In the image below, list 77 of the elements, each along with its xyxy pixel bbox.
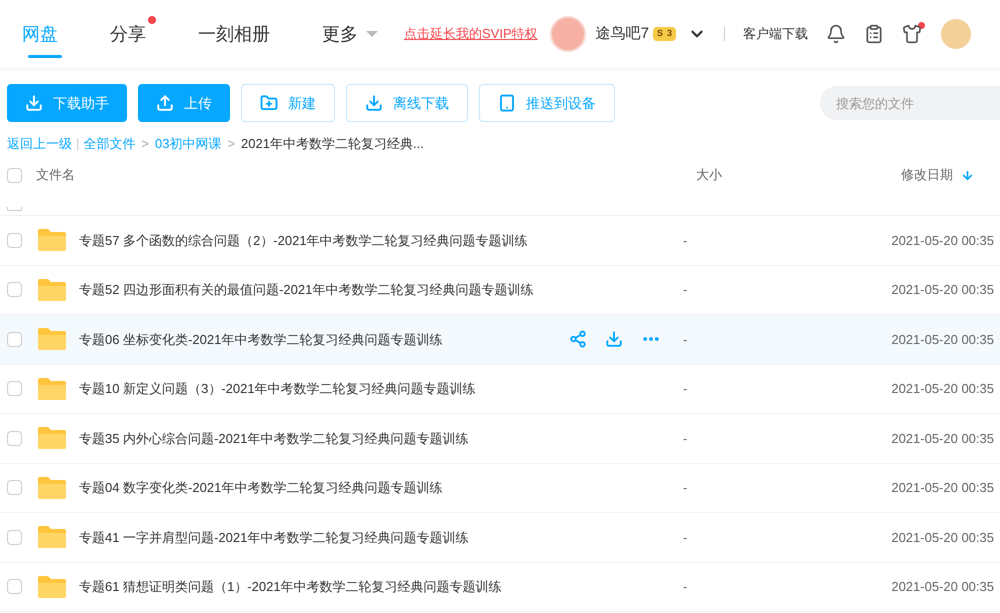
file-size: - bbox=[683, 430, 688, 448]
file-row[interactable]: 专题61 猜想证明类问题（1）-2021年中考数学二轮复习经典问题专题训练 - 2021-05-20 00:35 bbox=[0, 562, 1000, 612]
folder-icon bbox=[37, 327, 67, 352]
folder-icon bbox=[37, 426, 67, 450]
level-symbol: S bbox=[656, 27, 663, 40]
row-checkbox[interactable] bbox=[7, 332, 22, 347]
row-checkbox[interactable] bbox=[7, 530, 22, 545]
file-name[interactable]: 专题04 数字变化类-2021年中考数学二轮复习经典问题专题训练 bbox=[79, 478, 569, 498]
user-name[interactable]: 途鸟吧7 bbox=[596, 22, 649, 46]
download-icon[interactable] bbox=[605, 330, 623, 348]
folder-icon bbox=[37, 278, 67, 302]
active-tab-indicator bbox=[28, 55, 62, 58]
file-size: - bbox=[683, 578, 688, 596]
file-row[interactable]: 专题52 四边形面积有关的最值问题-2021年中考数学二轮复习经典问题专题训练 - 2021-05-20 00:35 bbox=[0, 266, 1000, 315]
sort-arrow-icon bbox=[961, 168, 974, 182]
nav-tab[interactable]: 一刻相册 bbox=[198, 0, 280, 68]
file-size: - bbox=[683, 479, 688, 497]
row-checkbox[interactable] bbox=[7, 480, 22, 496]
svip-promo-link[interactable]: 点击延长我的SVIP特权 bbox=[404, 24, 538, 44]
file-size: - bbox=[683, 380, 688, 398]
search-field[interactable]: 搜索您的文件 bbox=[820, 86, 1000, 120]
row-checkbox[interactable] bbox=[7, 232, 22, 248]
file-name[interactable]: 专题61 猜想证明类问题（1）-2021年中考数学二轮复习经典问题专题训练 bbox=[79, 577, 569, 596]
column-header[interactable]: 修改日期 bbox=[901, 165, 1000, 185]
file-name[interactable]: 专题35 内外心综合问题-2021年中考数学二轮复习经典问题专题训练 bbox=[79, 428, 569, 448]
file-size: - bbox=[683, 281, 688, 299]
row-checkbox[interactable] bbox=[7, 282, 22, 298]
shirt-icon[interactable] bbox=[902, 24, 922, 44]
folder-icon bbox=[37, 525, 67, 550]
level-number: 3 bbox=[666, 27, 672, 40]
tablet-icon bbox=[498, 94, 516, 112]
folder-icon bbox=[37, 574, 67, 599]
row-checkbox[interactable] bbox=[7, 579, 22, 594]
column-header[interactable]: 文件名 bbox=[36, 165, 696, 185]
file-row[interactable]: 专题10 新定义问题（3）-2021年中考数学二轮复习经典问题专题训练 - 2021-05-20 00:35 bbox=[0, 364, 1000, 414]
share-icon[interactable] bbox=[569, 330, 587, 348]
folder-icon bbox=[37, 476, 67, 500]
menu-avatar[interactable] bbox=[941, 19, 971, 49]
folder-plus-icon bbox=[260, 94, 278, 112]
breadcrumb-separator: > bbox=[141, 135, 149, 154]
folder-icon bbox=[37, 228, 67, 252]
nav-tab[interactable]: 更多 bbox=[322, 0, 388, 68]
modified-date: 2021-05-20 00:35 bbox=[891, 330, 995, 348]
file-size: - bbox=[683, 232, 688, 250]
download-icon bbox=[25, 94, 43, 112]
clipboard-icon[interactable] bbox=[864, 24, 884, 44]
breadcrumb-current[interactable]: 2021年中考数学二轮复习经典... bbox=[241, 134, 424, 154]
modified-date: 2021-05-20 00:35 bbox=[891, 578, 995, 596]
modified-date: 2021-05-20 00:35 bbox=[891, 281, 995, 299]
user-avatar[interactable] bbox=[550, 16, 586, 52]
file-name[interactable]: 专题57 多个函数的综合问题（2）-2021年中考数学二轮复习经典问题专题训练 bbox=[79, 230, 569, 250]
file-name[interactable]: 专题06 坐标变化类-2021年中考数学二轮复习经典问题专题训练 bbox=[79, 330, 569, 349]
folder-icon bbox=[37, 376, 67, 401]
column-header[interactable]: 大小 bbox=[696, 165, 876, 185]
file-row[interactable]: 专题06 坐标变化类-2021年中考数学二轮复习经典问题专题训练 - 2021-05-20 00:35 bbox=[0, 315, 1000, 364]
nav-tab[interactable]: 分享 bbox=[110, 0, 156, 68]
modified-date: 2021-05-20 00:35 bbox=[891, 528, 995, 546]
breadcrumb-divider: | bbox=[76, 135, 80, 154]
modified-date: 2021-05-20 00:35 bbox=[891, 430, 995, 448]
upload-icon bbox=[156, 94, 174, 112]
client-download-link[interactable]: 客户端下载 bbox=[743, 24, 808, 44]
file-name[interactable]: 专题41 一字并肩型问题-2021年中考数学二轮复习经典问题专题训练 bbox=[79, 528, 569, 547]
row-checkbox[interactable] bbox=[7, 381, 22, 396]
modified-date: 2021-05-20 00:35 bbox=[891, 479, 995, 497]
bell-icon[interactable] bbox=[826, 24, 846, 44]
select-all-checkbox[interactable] bbox=[7, 168, 22, 182]
file-name[interactable]: 专题52 四边形面积有关的最值问题-2021年中考数学二轮复习经典问题专题训练 bbox=[79, 280, 569, 300]
breadcrumb-separator: > bbox=[227, 135, 236, 154]
row-checkbox[interactable] bbox=[7, 430, 22, 446]
file-size: - bbox=[683, 528, 688, 546]
modified-date: 2021-05-20 00:35 bbox=[891, 380, 995, 398]
modified-date: 2021-05-20 00:35 bbox=[891, 232, 995, 250]
file-row[interactable]: 专题04 数字变化类-2021年中考数学二轮复习经典问题专题训练 - 2021-05-20 00:35 bbox=[0, 464, 1000, 513]
dropdown-caret-icon bbox=[366, 31, 378, 37]
file-name[interactable]: 专题10 新定义问题（3）-2021年中考数学二轮复习经典问题专题训练 bbox=[79, 379, 569, 398]
file-size: - bbox=[683, 330, 688, 348]
download-icon bbox=[365, 94, 383, 112]
